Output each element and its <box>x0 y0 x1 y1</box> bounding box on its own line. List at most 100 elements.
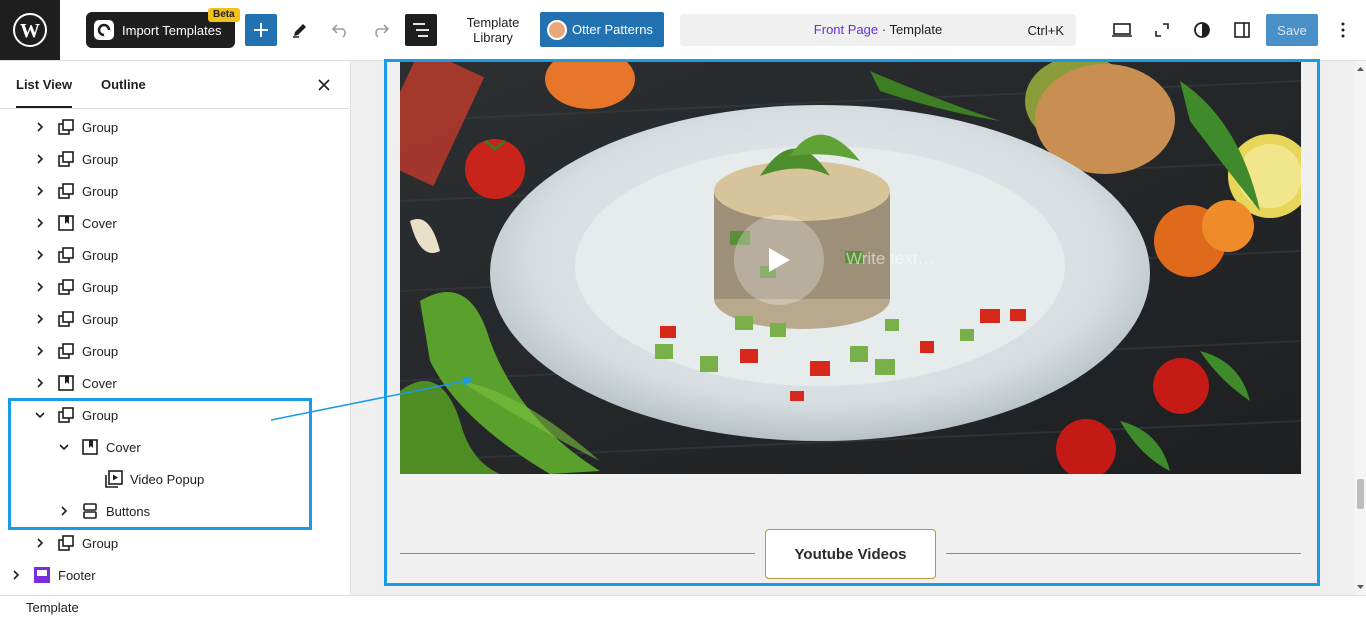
tab-list-view[interactable]: List View <box>16 61 73 108</box>
add-block-button[interactable] <box>245 14 277 46</box>
list-view-item-label: Group <box>82 343 119 359</box>
list-view-sidebar: List View Outline Group Group Group Cover Gr… <box>0 61 351 595</box>
canvas-scrollbar[interactable] <box>1355 61 1366 595</box>
group-icon <box>56 533 76 553</box>
footer-icon <box>32 565 52 585</box>
list-view-item-group[interactable]: Group <box>32 527 118 559</box>
device-preview-button[interactable] <box>1106 14 1138 46</box>
list-view-item-cover[interactable]: Cover <box>32 367 117 399</box>
list-view-item-cover[interactable]: Cover <box>32 207 117 239</box>
chevron-right-icon[interactable] <box>32 343 48 359</box>
list-view-item-group[interactable]: Group <box>32 143 118 175</box>
scroll-up-arrow-icon <box>1357 67 1364 71</box>
redo-icon <box>375 24 390 38</box>
document-separator: · <box>878 22 890 37</box>
edit-pencil-button[interactable] <box>284 14 316 46</box>
template-library-line1: Template <box>466 15 520 30</box>
editor-canvas[interactable]: Write text… Youtube Videos <box>351 61 1355 595</box>
import-templates-label: Import Templates <box>122 22 222 38</box>
youtube-videos-button[interactable]: Youtube Videos <box>765 529 936 579</box>
chevron-right-icon[interactable] <box>32 535 48 551</box>
close-icon <box>318 79 330 91</box>
list-view-item-label: Group <box>82 119 119 135</box>
list-view-item-group[interactable]: Group <box>32 335 118 367</box>
list-view-item-label: Group <box>82 151 119 167</box>
wordpress-logo-icon[interactable]: W <box>0 0 60 60</box>
divider-right <box>946 553 1301 554</box>
list-view-item-group[interactable]: Group <box>32 111 118 143</box>
list-view-item-label: Group <box>82 183 119 199</box>
pencil-icon <box>293 24 306 38</box>
otter-patterns-label: Otter Patterns <box>572 22 653 37</box>
chevron-right-icon[interactable] <box>32 279 48 295</box>
template-library-line2: Library <box>473 30 513 45</box>
group-icon <box>56 277 76 297</box>
divider-left <box>400 553 755 554</box>
chevron-right-icon[interactable] <box>32 311 48 327</box>
list-view-item-group[interactable]: Group <box>32 175 118 207</box>
plus-icon <box>254 23 268 37</box>
group-icon <box>56 117 76 137</box>
more-vertical-icon <box>1341 22 1345 38</box>
document-page-name: Front Page <box>813 22 879 37</box>
svg-text:W: W <box>20 20 40 42</box>
group-icon <box>56 181 76 201</box>
document-type: Template <box>889 22 943 37</box>
list-view-icon <box>413 23 429 37</box>
scroll-thumb[interactable] <box>1357 479 1364 509</box>
document-overview-button[interactable] <box>405 14 437 46</box>
beta-badge: Beta <box>208 8 240 22</box>
breadcrumb-template[interactable]: Template <box>26 600 79 615</box>
cover-icon <box>56 373 76 393</box>
cover-text-placeholder[interactable]: Write text… <box>846 249 934 269</box>
scroll-down-arrow-icon <box>1357 585 1364 589</box>
list-view-item-label: Group <box>82 279 119 295</box>
video-play-button[interactable] <box>734 215 824 305</box>
list-view-item-group[interactable]: Group <box>32 303 118 335</box>
list-view-item-footer[interactable]: Footer <box>8 559 96 591</box>
cover-icon <box>56 213 76 233</box>
list-view-item-label: Group <box>82 311 119 327</box>
group-icon <box>56 341 76 361</box>
settings-sidebar-button[interactable] <box>1226 14 1258 46</box>
cover-block-image[interactable]: Write text… <box>400 61 1301 474</box>
template-library-button[interactable]: Template Library <box>455 15 531 45</box>
list-view-item-label: Cover <box>82 215 117 231</box>
contrast-icon <box>1194 22 1210 38</box>
sidebar-icon <box>1234 22 1250 38</box>
group-icon <box>56 309 76 329</box>
undo-button[interactable] <box>325 14 357 46</box>
list-view-item-label: Footer <box>58 567 96 583</box>
desktop-icon <box>1112 23 1132 37</box>
redo-button[interactable] <box>364 14 396 46</box>
list-view-item-label: Group <box>82 535 119 551</box>
editor-toolbar: W Import Templates Beta Template Library… <box>0 0 1366 61</box>
import-logo-icon <box>94 20 114 40</box>
chevron-right-icon[interactable] <box>32 215 48 231</box>
list-view-item-label: Group <box>82 247 119 263</box>
chevron-right-icon[interactable] <box>32 375 48 391</box>
chevron-right-icon[interactable] <box>32 119 48 135</box>
otter-patterns-button[interactable]: Otter Patterns <box>540 12 664 47</box>
chevron-right-icon[interactable] <box>32 183 48 199</box>
options-menu-button[interactable] <box>1327 14 1359 46</box>
chevron-right-icon[interactable] <box>32 247 48 263</box>
command-palette-bar[interactable]: Front Page · Template Ctrl+K <box>680 14 1076 46</box>
styles-button[interactable] <box>1186 14 1218 46</box>
list-view-item-label: Cover <box>82 375 117 391</box>
sidebar-tabs: List View Outline <box>0 61 350 109</box>
otter-avatar-icon <box>547 19 567 40</box>
play-icon <box>769 248 790 272</box>
chevron-right-icon[interactable] <box>32 151 48 167</box>
tab-outline[interactable]: Outline <box>101 61 146 108</box>
close-sidebar-button[interactable] <box>314 75 334 95</box>
chevron-right-icon[interactable] <box>8 567 24 583</box>
expand-icon <box>1155 23 1169 37</box>
document-title: Front Page · Template <box>680 22 1076 37</box>
tree-selection-highlight <box>8 398 312 530</box>
list-view-item-group[interactable]: Group <box>32 271 118 303</box>
save-button[interactable]: Save <box>1266 14 1318 46</box>
list-view-item-group[interactable]: Group <box>32 239 118 271</box>
group-icon <box>56 245 76 265</box>
fullscreen-button[interactable] <box>1146 14 1178 46</box>
